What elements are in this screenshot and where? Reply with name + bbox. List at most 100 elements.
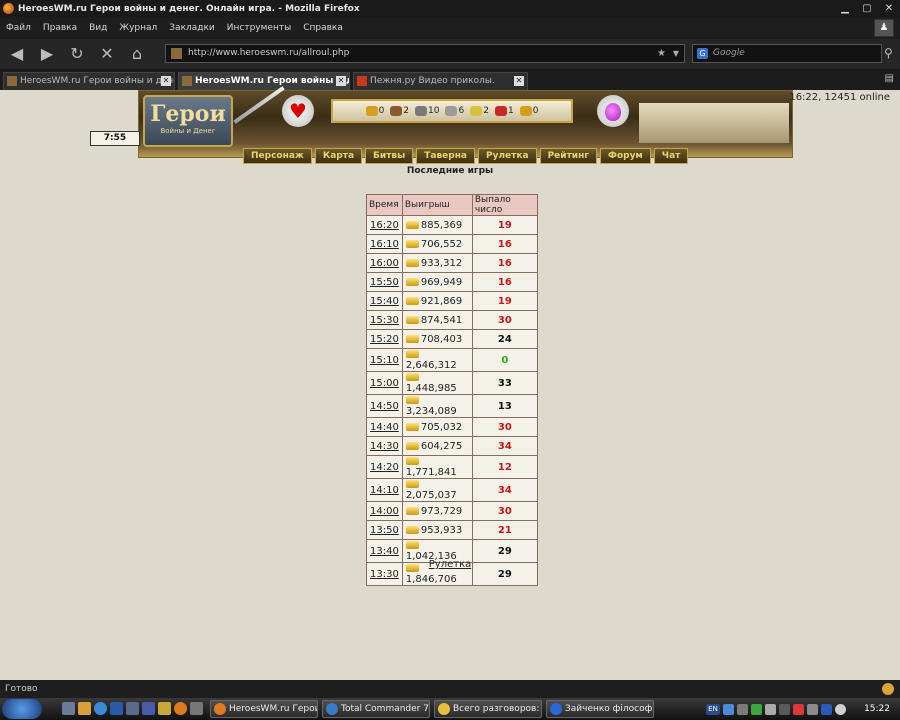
game-time-link[interactable]: 15:40 [370, 296, 399, 307]
quicklaunch-more-icon[interactable] [190, 702, 203, 715]
game-time-link[interactable]: 13:50 [370, 525, 399, 536]
menu-file[interactable]: Файл [6, 23, 31, 33]
taskbar-task[interactable]: Total Commander 7.0... [322, 700, 430, 718]
game-time-link[interactable]: 15:50 [370, 277, 399, 288]
tray-messenger-icon[interactable] [751, 703, 762, 715]
persona-icon[interactable]: ♟ [874, 19, 894, 37]
search-box[interactable]: G Google [692, 44, 882, 63]
tab-video[interactable]: Пежня.ру Видео приколы. ✕ [353, 72, 528, 90]
cell-time: 14:00 [366, 501, 403, 521]
menu-view[interactable]: Вид [89, 23, 107, 33]
gold-icon [405, 334, 419, 343]
mercury-icon [445, 106, 458, 116]
quicklaunch-desktop-icon[interactable] [62, 702, 75, 715]
tray-antivirus-icon[interactable] [793, 703, 804, 715]
game-time-link[interactable]: 15:10 [370, 355, 399, 366]
maximize-button[interactable]: ▢ [856, 1, 878, 16]
stop-icon[interactable]: ✕ [94, 42, 120, 66]
nav-map[interactable]: Карта [314, 148, 363, 164]
table-row: 14:50 3,234,089 13 [366, 394, 538, 418]
tray-monitor-icon[interactable] [779, 703, 790, 715]
menu-bookmarks[interactable]: Закладки [169, 23, 215, 33]
quicklaunch-screen-icon[interactable] [126, 702, 139, 715]
menu-help[interactable]: Справка [303, 23, 343, 33]
tab-heroes-1[interactable]: HeroesWM.ru Герои войны и денег. ... ✕ [3, 72, 175, 90]
cell-time: 13:50 [366, 520, 403, 540]
game-time-link[interactable]: 16:10 [370, 239, 399, 250]
page-content: Герои Войны и Денег ♥ 0 2 10 6 2 1 0 7:55 16:2… [0, 86, 900, 680]
taskbar-task[interactable]: HeroesWM.ru Герои ... [210, 700, 318, 718]
language-indicator[interactable]: EN [706, 703, 720, 715]
tab-close-icon[interactable]: ✕ [161, 76, 171, 86]
game-time-link[interactable]: 16:00 [370, 258, 399, 269]
cell-number: 30 [471, 417, 538, 437]
game-nav: Персонаж Карта Битвы Таверна Рулетка Рей… [243, 148, 691, 164]
game-time-link[interactable]: 14:40 [370, 422, 399, 433]
quicklaunch-app-icon[interactable] [78, 702, 91, 715]
nav-character[interactable]: Персонаж [243, 148, 312, 164]
tab-close-icon[interactable]: ✕ [336, 76, 346, 86]
nav-rating[interactable]: Рейтинг [539, 148, 598, 164]
tab-list-icon[interactable]: ▤ [885, 73, 894, 84]
menu-edit[interactable]: Правка [43, 23, 77, 33]
quicklaunch-player-icon[interactable] [110, 702, 123, 715]
close-window-button[interactable]: ✕ [878, 1, 900, 16]
quicklaunch-browser-icon[interactable] [94, 702, 107, 715]
resource-item: 0 [365, 106, 385, 116]
back-arrow-icon[interactable]: ◀ [4, 42, 30, 66]
game-time-link[interactable]: 15:00 [370, 378, 399, 389]
tab-close-icon[interactable]: ✕ [514, 76, 524, 86]
tray-volume-icon[interactable] [835, 703, 846, 715]
quicklaunch-firefox-icon[interactable] [174, 702, 187, 715]
cell-time: 16:10 [366, 234, 403, 254]
game-time-link[interactable]: 14:50 [370, 401, 399, 412]
roulette-link[interactable]: Рулетка [429, 559, 472, 570]
tray-printer-icon[interactable] [765, 703, 776, 715]
start-button[interactable] [2, 699, 42, 719]
nav-roulette[interactable]: Рулетка [478, 148, 537, 164]
game-time-link[interactable]: 14:30 [370, 441, 399, 452]
win-amount: 953,933 [420, 524, 463, 536]
game-time-link[interactable]: 16:20 [370, 220, 399, 231]
window-title: HeroesWM.ru Герои войны и денег. Онлайн … [18, 3, 360, 14]
win-amount: 933,312 [420, 257, 463, 269]
cell-time: 14:20 [366, 455, 403, 479]
home-icon[interactable]: ⌂ [124, 42, 150, 66]
game-logo[interactable]: Герои Войны и Денег [143, 95, 233, 147]
tab-heroes-2[interactable]: HeroesWM.ru Герои войны и ден... ✕ [178, 72, 350, 90]
reload-icon[interactable]: ↻ [64, 42, 90, 66]
game-time-link[interactable]: 14:00 [370, 506, 399, 517]
nav-tavern[interactable]: Таверна [416, 148, 475, 164]
status-addon-icon[interactable] [882, 683, 894, 695]
tray-network-icon[interactable] [723, 703, 734, 715]
game-time-link[interactable]: 15:30 [370, 315, 399, 326]
game-time-link[interactable]: 15:20 [370, 334, 399, 345]
taskbar-task[interactable]: Всего разговоров: 2... [434, 700, 542, 718]
game-time-link[interactable]: 13:30 [370, 569, 399, 580]
search-icon[interactable]: ⚲ [884, 46, 893, 60]
table-row: 15:50 969,949 16 [366, 272, 538, 292]
game-time-link[interactable]: 14:10 [370, 485, 399, 496]
nav-forum[interactable]: Форум [600, 148, 651, 164]
resource-value: 2 [403, 106, 410, 116]
bookmark-star-icon[interactable]: ★ [657, 45, 666, 62]
quicklaunch-folder-icon[interactable] [158, 702, 171, 715]
history-dropdown-icon[interactable]: ▼ [673, 45, 679, 62]
taskbar-task[interactable]: Зайченко філософія -... [546, 700, 654, 718]
gold-icon [405, 441, 419, 450]
menu-history[interactable]: Журнал [119, 23, 157, 33]
address-bar[interactable]: http://www.heroeswm.ru/allroul.php ★ ▼ [165, 44, 685, 63]
tray-drive-icon[interactable] [807, 703, 818, 715]
resource-value: 0 [378, 106, 385, 116]
nav-battles[interactable]: Битвы [365, 148, 414, 164]
win-amount: 1,846,706 [405, 574, 457, 585]
game-time-link[interactable]: 14:20 [370, 462, 399, 473]
tray-bluetooth-icon[interactable] [821, 703, 832, 715]
game-time-link[interactable]: 13:40 [370, 546, 399, 557]
quicklaunch-disk-icon[interactable] [142, 702, 155, 715]
nav-chat[interactable]: Чат [653, 148, 689, 164]
tray-usb-icon[interactable] [737, 703, 748, 715]
minimize-button[interactable]: ▁ [834, 1, 856, 16]
menu-tools[interactable]: Инструменты [227, 23, 291, 33]
forward-arrow-icon[interactable]: ▶ [34, 42, 60, 66]
